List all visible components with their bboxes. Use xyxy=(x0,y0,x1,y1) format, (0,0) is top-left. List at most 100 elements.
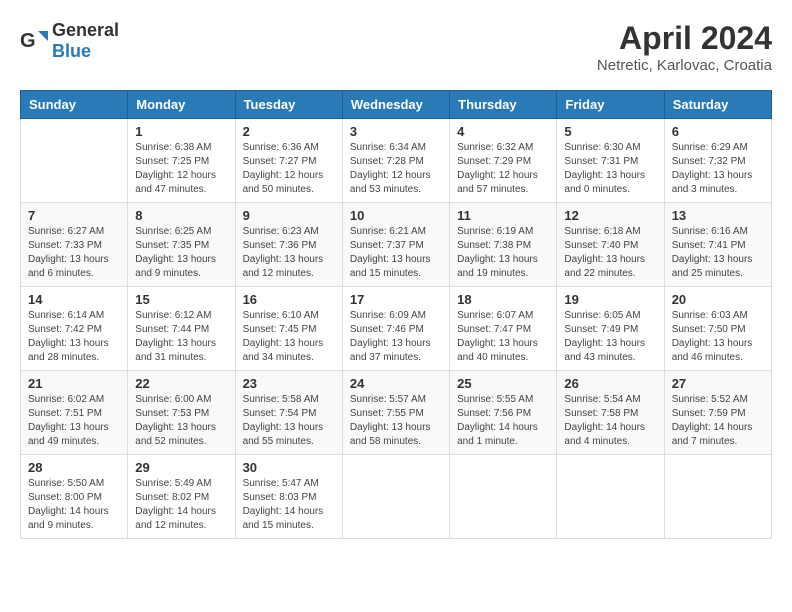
calendar-header-thursday: Thursday xyxy=(450,91,557,119)
day-info: Sunrise: 6:16 AM Sunset: 7:41 PM Dayligh… xyxy=(672,225,764,281)
day-number: 16 xyxy=(243,292,335,307)
day-info: Sunrise: 6:00 AM Sunset: 7:53 PM Dayligh… xyxy=(135,393,227,449)
day-info: Sunrise: 6:29 AM Sunset: 7:32 PM Dayligh… xyxy=(672,141,764,197)
day-info: Sunrise: 6:36 AM Sunset: 7:27 PM Dayligh… xyxy=(243,141,335,197)
day-number: 28 xyxy=(28,460,120,475)
day-info: Sunrise: 6:05 AM Sunset: 7:49 PM Dayligh… xyxy=(564,309,656,365)
calendar-cell: 12 Sunrise: 6:18 AM Sunset: 7:40 PM Dayli… xyxy=(557,203,664,287)
day-info: Sunrise: 6:30 AM Sunset: 7:31 PM Dayligh… xyxy=(564,141,656,197)
title-area: April 2024 Netretic, Karlovac, Croatia xyxy=(597,20,772,74)
day-info: Sunrise: 5:54 AM Sunset: 7:58 PM Dayligh… xyxy=(564,393,656,449)
day-info: Sunrise: 5:58 AM Sunset: 7:54 PM Dayligh… xyxy=(243,393,335,449)
calendar-cell: 9 Sunrise: 6:23 AM Sunset: 7:36 PM Daylig… xyxy=(235,203,342,287)
calendar-cell: 4 Sunrise: 6:32 AM Sunset: 7:29 PM Daylig… xyxy=(450,119,557,203)
calendar-cell: 29 Sunrise: 5:49 AM Sunset: 8:02 PM Dayli… xyxy=(128,455,235,539)
calendar-cell xyxy=(342,455,449,539)
day-number: 29 xyxy=(135,460,227,475)
calendar-cell: 8 Sunrise: 6:25 AM Sunset: 7:35 PM Daylig… xyxy=(128,203,235,287)
day-number: 17 xyxy=(350,292,442,307)
calendar-cell xyxy=(664,455,771,539)
day-number: 8 xyxy=(135,208,227,223)
calendar-header-saturday: Saturday xyxy=(664,91,771,119)
day-info: Sunrise: 6:32 AM Sunset: 7:29 PM Dayligh… xyxy=(457,141,549,197)
day-info: Sunrise: 6:25 AM Sunset: 7:35 PM Dayligh… xyxy=(135,225,227,281)
day-number: 27 xyxy=(672,376,764,391)
calendar-cell: 18 Sunrise: 6:07 AM Sunset: 7:47 PM Dayli… xyxy=(450,287,557,371)
day-info: Sunrise: 6:03 AM Sunset: 7:50 PM Dayligh… xyxy=(672,309,764,365)
day-number: 20 xyxy=(672,292,764,307)
calendar-header-sunday: Sunday xyxy=(21,91,128,119)
calendar-cell: 20 Sunrise: 6:03 AM Sunset: 7:50 PM Dayli… xyxy=(664,287,771,371)
month-year: April 2024 xyxy=(597,20,772,57)
calendar-cell: 15 Sunrise: 6:12 AM Sunset: 7:44 PM Dayli… xyxy=(128,287,235,371)
calendar-table: SundayMondayTuesdayWednesdayThursdayFrid… xyxy=(20,90,772,539)
day-number: 30 xyxy=(243,460,335,475)
day-number: 23 xyxy=(243,376,335,391)
day-info: Sunrise: 5:50 AM Sunset: 8:00 PM Dayligh… xyxy=(28,477,120,533)
day-info: Sunrise: 6:09 AM Sunset: 7:46 PM Dayligh… xyxy=(350,309,442,365)
calendar-cell: 21Sunrise: 6:02 AM Sunset: 7:51 PM Dayli… xyxy=(21,371,128,455)
day-info: Sunrise: 6:07 AM Sunset: 7:47 PM Dayligh… xyxy=(457,309,549,365)
day-info: Sunrise: 5:49 AM Sunset: 8:02 PM Dayligh… xyxy=(135,477,227,533)
day-info: Sunrise: 6:34 AM Sunset: 7:28 PM Dayligh… xyxy=(350,141,442,197)
calendar-week-row: 7 Sunrise: 6:27 AM Sunset: 7:33 PM Daylig… xyxy=(21,203,772,287)
day-number: 2 xyxy=(243,124,335,139)
calendar-header-row: SundayMondayTuesdayWednesdayThursdayFrid… xyxy=(21,91,772,119)
calendar-cell: 17 Sunrise: 6:09 AM Sunset: 7:46 PM Dayli… xyxy=(342,287,449,371)
day-number: 24 xyxy=(350,376,442,391)
calendar-cell: 3 Sunrise: 6:34 AM Sunset: 7:28 PM Daylig… xyxy=(342,119,449,203)
day-info: Sunrise: 6:27 AM Sunset: 7:33 PM Dayligh… xyxy=(28,225,120,281)
day-number: 18 xyxy=(457,292,549,307)
day-number: 6 xyxy=(672,124,764,139)
day-info: Sunrise: 6:19 AM Sunset: 7:38 PM Dayligh… xyxy=(457,225,549,281)
calendar-header-friday: Friday xyxy=(557,91,664,119)
calendar-cell: 30 Sunrise: 5:47 AM Sunset: 8:03 PM Dayli… xyxy=(235,455,342,539)
calendar-header-tuesday: Tuesday xyxy=(235,91,342,119)
logo-general: General xyxy=(52,20,119,40)
page-header: G General Blue April 2024 Netretic, Karl… xyxy=(20,20,772,74)
day-number: 10 xyxy=(350,208,442,223)
calendar-cell: 2 Sunrise: 6:36 AM Sunset: 7:27 PM Daylig… xyxy=(235,119,342,203)
day-number: 12 xyxy=(564,208,656,223)
day-number: 15 xyxy=(135,292,227,307)
calendar-cell: 26Sunrise: 5:54 AM Sunset: 7:58 PM Dayli… xyxy=(557,371,664,455)
calendar-cell xyxy=(21,119,128,203)
calendar-cell: 23 Sunrise: 5:58 AM Sunset: 7:54 PM Dayli… xyxy=(235,371,342,455)
day-number: 7 xyxy=(28,208,120,223)
day-info: Sunrise: 6:18 AM Sunset: 7:40 PM Dayligh… xyxy=(564,225,656,281)
logo-icon: G xyxy=(20,27,48,55)
day-number: 19 xyxy=(564,292,656,307)
svg-text:G: G xyxy=(20,30,36,52)
day-info: Sunrise: 6:02 AM Sunset: 7:51 PM Dayligh… xyxy=(28,393,120,449)
day-number: 14 xyxy=(28,292,120,307)
calendar-cell: 19 Sunrise: 6:05 AM Sunset: 7:49 PM Dayli… xyxy=(557,287,664,371)
day-number: 9 xyxy=(243,208,335,223)
calendar-cell: 1 Sunrise: 6:38 AM Sunset: 7:25 PM Daylig… xyxy=(128,119,235,203)
calendar-week-row: 1 Sunrise: 6:38 AM Sunset: 7:25 PM Daylig… xyxy=(21,119,772,203)
calendar-cell: 6 Sunrise: 6:29 AM Sunset: 7:32 PM Daylig… xyxy=(664,119,771,203)
day-info: Sunrise: 6:21 AM Sunset: 7:37 PM Dayligh… xyxy=(350,225,442,281)
day-info: Sunrise: 5:52 AM Sunset: 7:59 PM Dayligh… xyxy=(672,393,764,449)
calendar-week-row: 21Sunrise: 6:02 AM Sunset: 7:51 PM Dayli… xyxy=(21,371,772,455)
day-number: 4 xyxy=(457,124,549,139)
day-info: Sunrise: 6:12 AM Sunset: 7:44 PM Dayligh… xyxy=(135,309,227,365)
day-info: Sunrise: 5:47 AM Sunset: 8:03 PM Dayligh… xyxy=(243,477,335,533)
day-info: Sunrise: 6:23 AM Sunset: 7:36 PM Dayligh… xyxy=(243,225,335,281)
calendar-cell: 28 Sunrise: 5:50 AM Sunset: 8:00 PM Dayli… xyxy=(21,455,128,539)
calendar-cell: 7 Sunrise: 6:27 AM Sunset: 7:33 PM Daylig… xyxy=(21,203,128,287)
day-number: 3 xyxy=(350,124,442,139)
calendar-cell: 11 Sunrise: 6:19 AM Sunset: 7:38 PM Dayli… xyxy=(450,203,557,287)
day-number: 5 xyxy=(564,124,656,139)
day-number: 11 xyxy=(457,208,549,223)
logo: G General Blue xyxy=(20,20,119,62)
calendar-cell: 27 Sunrise: 5:52 AM Sunset: 7:59 PM Dayli… xyxy=(664,371,771,455)
calendar-cell: 24Sunrise: 5:57 AM Sunset: 7:55 PM Dayli… xyxy=(342,371,449,455)
day-number: 22 xyxy=(135,376,227,391)
day-info: Sunrise: 6:38 AM Sunset: 7:25 PM Dayligh… xyxy=(135,141,227,197)
day-number: 25 xyxy=(457,376,549,391)
calendar-cell: 10 Sunrise: 6:21 AM Sunset: 7:37 PM Dayli… xyxy=(342,203,449,287)
calendar-cell: 16Sunrise: 6:10 AM Sunset: 7:45 PM Dayli… xyxy=(235,287,342,371)
logo-blue: Blue xyxy=(52,41,91,61)
day-number: 1 xyxy=(135,124,227,139)
calendar-cell xyxy=(450,455,557,539)
